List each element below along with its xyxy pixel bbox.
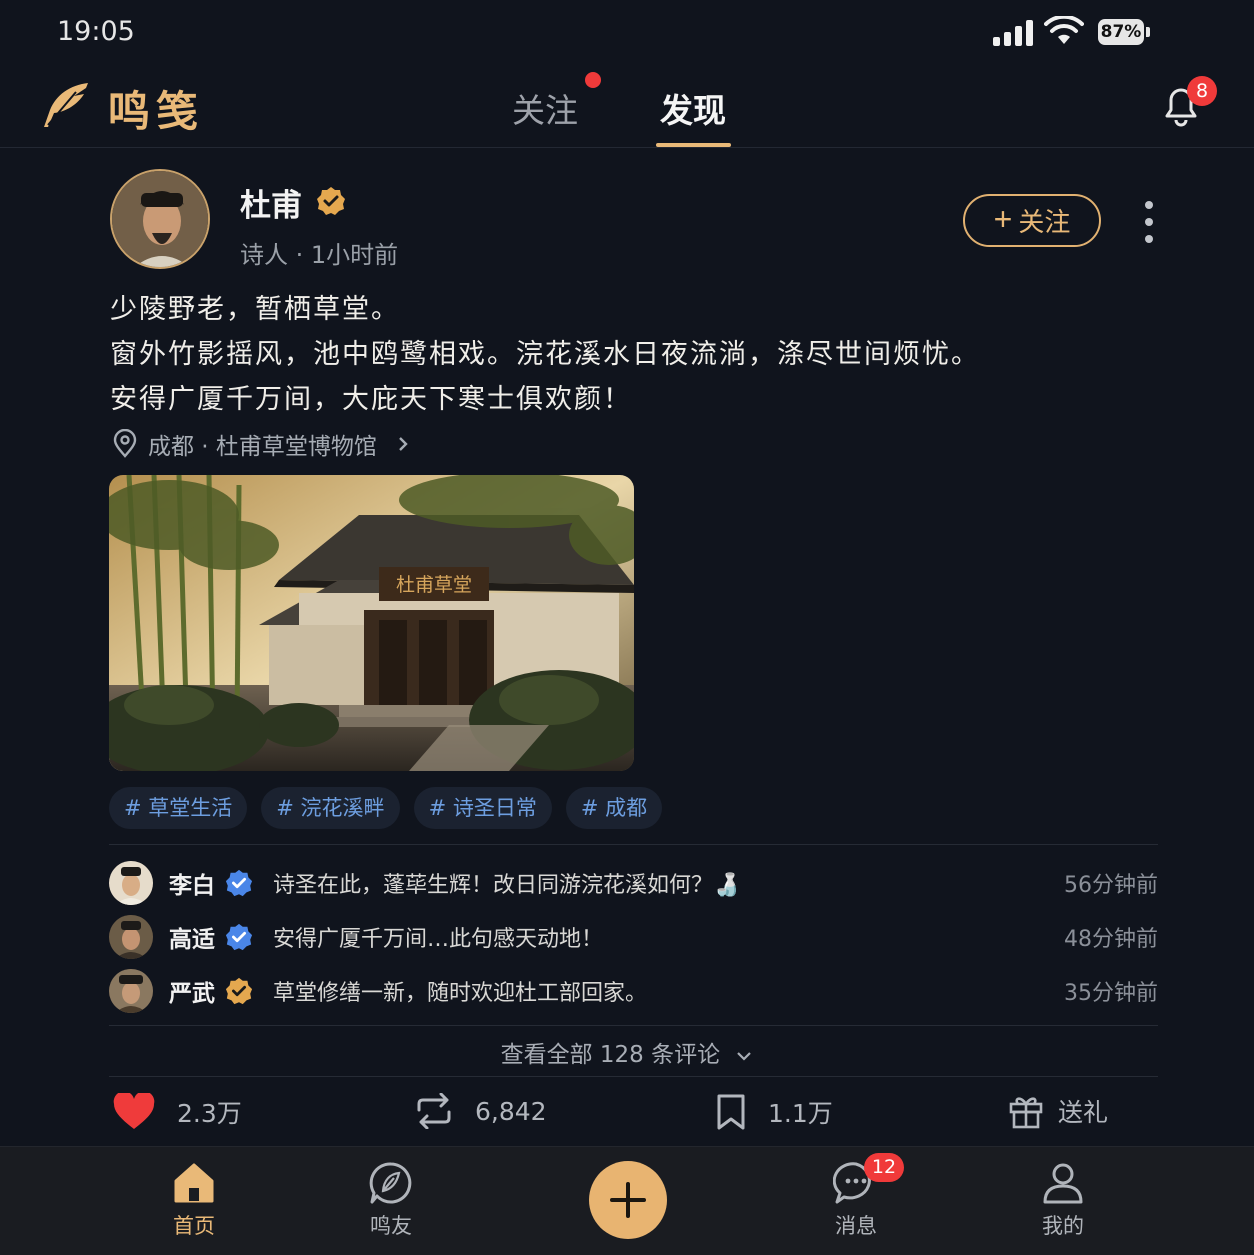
battery-level: 87% [1100, 22, 1142, 42]
location-link[interactable]: 成都 · 杜甫草堂博物馆 [110, 427, 413, 461]
gift-icon [1009, 1097, 1043, 1129]
repost-count: 6,842 [475, 1096, 547, 1126]
divider [109, 1025, 1158, 1026]
nav-friends-label: 鸣友 [370, 1214, 412, 1238]
comment-time: 56分钟前 [1064, 873, 1158, 898]
view-all-label: 查看全部 128 条评论 [500, 1042, 721, 1068]
comment-text: 安得广厦千万间…此句感天动地！ [273, 927, 604, 952]
verified-gold-icon [225, 977, 253, 1005]
divider [109, 844, 1158, 845]
plus-icon [610, 1182, 646, 1218]
comment-row[interactable]: 李白 诗圣在此，蓬荜生辉！改日同游浣花溪如何？🍶 56分钟前 [109, 860, 1158, 906]
plaque-text: 杜甫草堂 [396, 574, 472, 596]
gift-label: 送礼 [1058, 1098, 1109, 1127]
commenter-avatar[interactable] [109, 861, 153, 905]
feather-chat-icon [369, 1162, 412, 1204]
commenter-name[interactable]: 李白 [169, 866, 215, 900]
author-meta: 诗人 · 1小时前 [240, 241, 399, 269]
post-image[interactable]: 杜甫草堂 [109, 475, 634, 771]
nav-home-label: 首页 [173, 1214, 215, 1238]
plus-icon: + [993, 201, 1013, 237]
verified-blue-icon [225, 923, 253, 951]
home-icon [174, 1163, 214, 1203]
user-icon [1043, 1163, 1083, 1204]
wifi-icon [1044, 16, 1084, 44]
commenter-avatar[interactable] [109, 915, 153, 959]
author-avatar[interactable] [110, 169, 210, 269]
comment-time: 35分钟前 [1064, 981, 1158, 1006]
header-divider [0, 147, 1254, 148]
comment-row[interactable]: 严武 草堂修缮一新，随时欢迎杜工部回家。 35分钟前 [109, 968, 1158, 1014]
post-text-line-3: 安得广厦千万间，大庇天下寒士俱欢颜！ [110, 384, 632, 415]
battery-icon: 87% [1098, 19, 1144, 45]
post-text-line-1: 少陵野老，暂栖草堂。 [110, 294, 400, 325]
feather-logo-icon [44, 83, 88, 127]
chevron-right-icon [399, 437, 408, 451]
view-all-comments-link[interactable]: 查看全部 128 条评论 [0, 1035, 1254, 1069]
repost-button[interactable]: 6,842 [415, 1093, 547, 1129]
author-name[interactable]: 杜甫 [240, 180, 302, 225]
nav-profile-label: 我的 [1042, 1214, 1084, 1238]
notification-badge: 8 [1187, 76, 1217, 106]
tag-item[interactable]: # 诗圣日常 [413, 787, 552, 829]
battery-tip [1146, 27, 1150, 37]
tag-item[interactable]: # 草堂生活 [109, 787, 248, 829]
repost-icon [417, 1093, 451, 1129]
heart-icon [113, 1093, 155, 1129]
comment-text: 诗圣在此，蓬荜生辉！改日同游浣花溪如何？🍶 [273, 873, 741, 898]
comment-time: 48分钟前 [1064, 927, 1158, 952]
message-badge: 12 [864, 1153, 904, 1182]
compose-button[interactable] [589, 1161, 667, 1239]
comment-row[interactable]: 高适 安得广厦千万间…此句感天动地！ 48分钟前 [109, 914, 1158, 960]
new-content-dot [585, 72, 601, 88]
gift-button[interactable]: 送礼 [1008, 1093, 1108, 1129]
location-pin-icon [113, 429, 137, 458]
commenter-name[interactable]: 严武 [169, 974, 215, 1008]
nav-profile[interactable]: 我的 [1013, 1160, 1113, 1240]
tag-list: # 草堂生活 # 浣花溪畔 # 诗圣日常 # 成都 [109, 787, 663, 829]
verified-blue-icon [225, 869, 253, 897]
commenter-avatar[interactable] [109, 969, 153, 1013]
tab-following[interactable]: 关注 [512, 84, 578, 132]
tag-item[interactable]: # 成都 [565, 787, 663, 829]
commenter-name[interactable]: 高适 [169, 920, 215, 954]
nav-home[interactable]: 首页 [144, 1160, 244, 1240]
follow-label: 关注 [1018, 207, 1071, 237]
chevron-down-icon [737, 1051, 752, 1061]
divider [109, 1076, 1158, 1077]
like-button[interactable]: 2.3万 [113, 1093, 242, 1131]
more-options-icon[interactable] [1139, 201, 1159, 243]
bookmark-button[interactable]: 1.1万 [716, 1093, 833, 1131]
status-time: 19:05 [57, 16, 135, 47]
post-text-line-2: 窗外竹影摇风，池中鸥鹭相戏。浣花溪水日夜流淌，涤尽世间烦忧。 [110, 339, 980, 370]
verified-gold-icon [317, 187, 345, 215]
tag-item[interactable]: # 浣花溪畔 [261, 787, 400, 829]
tab-discover[interactable]: 发现 [660, 84, 726, 132]
bookmark-icon [717, 1094, 745, 1130]
nav-messages-label: 消息 [835, 1214, 877, 1238]
signal-icon [993, 20, 1033, 46]
nav-friends[interactable]: 鸣友 [341, 1160, 441, 1240]
follow-button[interactable]: + 关注 [963, 194, 1101, 247]
app-name: 鸣笺 [108, 87, 205, 136]
bookmark-count: 1.1万 [768, 1099, 833, 1128]
comment-text: 草堂修缮一新，随时欢迎杜工部回家。 [273, 981, 648, 1006]
location-text: 成都 · 杜甫草堂博物馆 [148, 434, 377, 460]
like-count: 2.3万 [177, 1099, 242, 1128]
